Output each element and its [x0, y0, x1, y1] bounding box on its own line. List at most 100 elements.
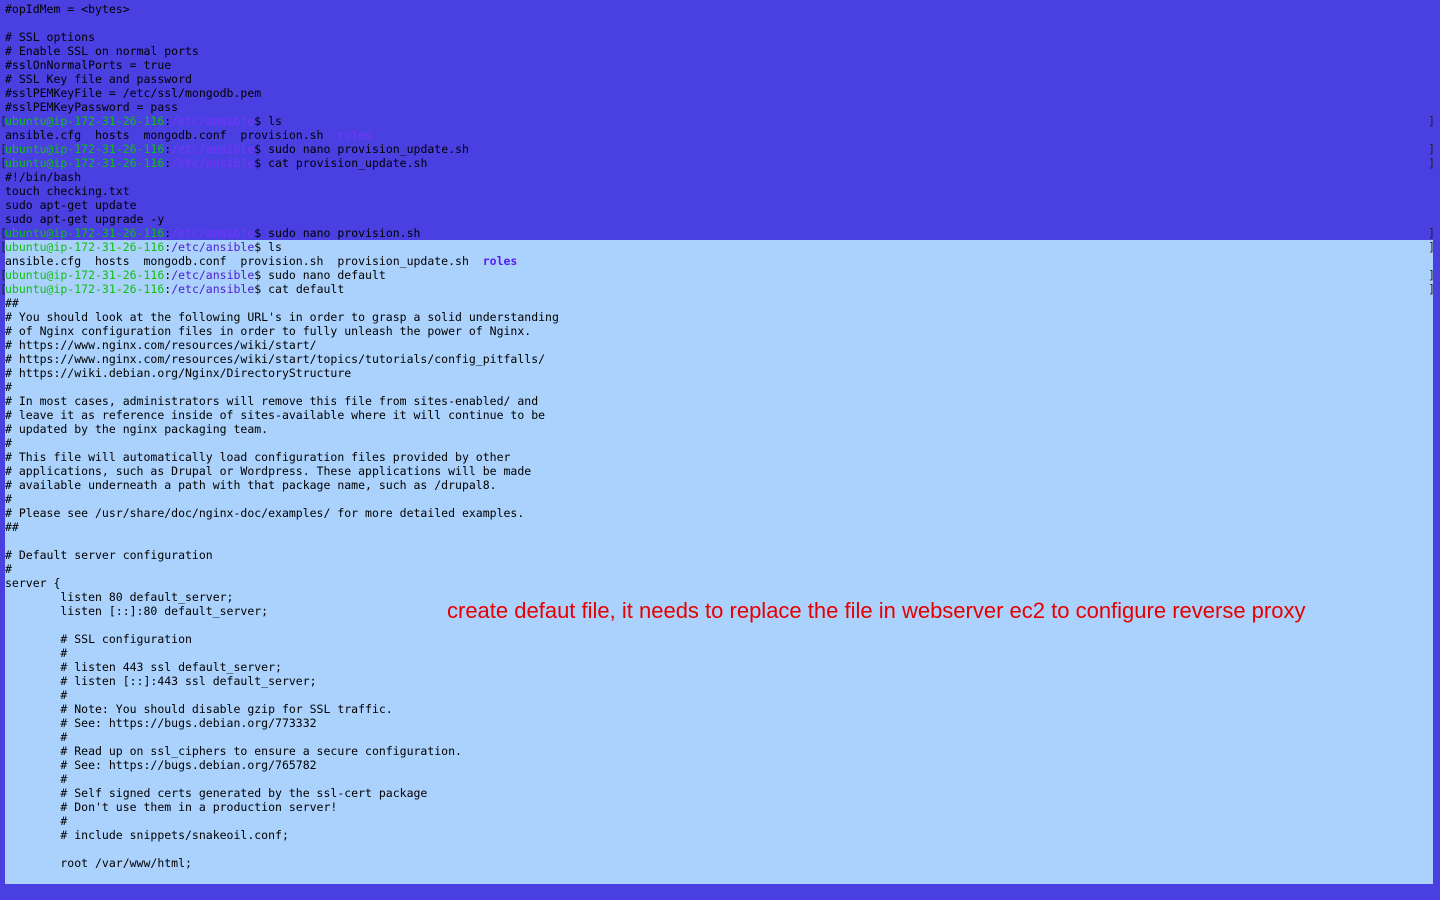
line-marker: [: [0, 240, 7, 254]
output-line: #: [5, 730, 68, 744]
output-line: # Please see /usr/share/doc/nginx-doc/ex…: [5, 506, 525, 520]
ls-output-line: ansible.cfg hosts mongodb.conf provision…: [5, 254, 1435, 268]
ls-directory-roles: roles: [482, 254, 518, 268]
line-marker: ]: [1428, 114, 1435, 128]
ls-directory-roles: roles: [337, 128, 372, 142]
output-line: ##: [5, 520, 19, 534]
output-line: # SSL configuration: [5, 632, 192, 646]
output-line: # updated by the nginx packaging team.: [5, 422, 269, 436]
output-line: server {: [5, 576, 61, 590]
prompt-line: [ubuntu@ip-172-31-26-116:/etc/ansible$ s…: [0, 268, 1435, 282]
line-marker: ]: [1428, 282, 1435, 296]
prompt-line: [ubuntu@ip-172-31-26-116:/etc/ansible$ s…: [0, 142, 1435, 156]
output-line: # https://www.nginx.com/resources/wiki/s…: [5, 338, 317, 352]
output-line: # listen 443 ssl default_server;: [5, 660, 282, 674]
prompt-line: [ubuntu@ip-172-31-26-116:/etc/ansible$ s…: [0, 226, 1435, 240]
prompt-path: /etc/ansible: [171, 114, 255, 128]
output-line: # Read up on ssl_ciphers to ensure a sec…: [5, 744, 462, 758]
output-line: #sslPEMKeyFile = /etc/ssl/mongodb.pem: [5, 86, 262, 100]
ls-files: ansible.cfg hosts mongodb.conf provision…: [5, 254, 483, 268]
output-line: ##: [5, 296, 19, 310]
output-line: # SSL options: [5, 30, 96, 44]
output-line: touch checking.txt: [5, 184, 130, 198]
output-line: #opIdMem = <bytes>: [5, 2, 130, 16]
prompt-command: $ cat provision_update.sh: [254, 156, 428, 170]
ls-files: ansible.cfg hosts mongodb.conf provision…: [5, 128, 338, 142]
output-line: #sslPEMKeyPassword = pass: [5, 100, 179, 114]
line-marker: [: [0, 142, 7, 156]
output-line: #: [5, 646, 68, 660]
output-line: root /var/www/html;: [5, 856, 192, 870]
output-line: # Don't use them in a production server!: [5, 800, 338, 814]
prompt-command: $ sudo nano provision.sh: [254, 226, 421, 240]
output-line: # See: https://bugs.debian.org/765782: [5, 758, 317, 772]
prompt-command: $ cat default: [254, 282, 345, 296]
output-line: #!/bin/bash: [5, 170, 82, 184]
prompt-user-host: ubuntu@ip-172-31-26-116: [5, 282, 165, 296]
prompt-command: $ sudo nano default: [254, 268, 386, 282]
output-line: # Default server configuration: [5, 548, 213, 562]
output-line: # Self signed certs generated by the ssl…: [5, 786, 428, 800]
prompt-path: /etc/ansible: [171, 226, 255, 240]
prompt-line: [ubuntu@ip-172-31-26-116:/etc/ansible$ l…: [0, 240, 1435, 254]
prompt-user-host: ubuntu@ip-172-31-26-116: [5, 114, 165, 128]
output-line: # applications, such as Drupal or Wordpr…: [5, 464, 532, 478]
output-line: #: [5, 380, 12, 394]
line-marker: [: [0, 114, 7, 128]
prompt-path: /etc/ansible: [171, 268, 255, 282]
prompt-line: [ubuntu@ip-172-31-26-116:/etc/ansible$ c…: [0, 282, 1435, 296]
output-line: sudo apt-get update: [5, 198, 137, 212]
prompt-user-host: ubuntu@ip-172-31-26-116: [5, 142, 165, 156]
output-line: #: [5, 436, 12, 450]
output-line: # You should look at the following URL's…: [5, 310, 559, 324]
output-line: sudo apt-get upgrade -y: [5, 212, 165, 226]
terminal-output: #opIdMem = <bytes> # SSL options # Enable …: [0, 2, 1435, 870]
annotation-text: create defaut file, it needs to replace …: [447, 598, 1306, 623]
prompt-line: [ubuntu@ip-172-31-26-116:/etc/ansible$ l…: [0, 114, 1435, 128]
prompt-line: [ubuntu@ip-172-31-26-116:/etc/ansible$ c…: [0, 156, 1435, 170]
terminal-window[interactable]: #opIdMem = <bytes> # SSL options # Enable …: [0, 0, 1440, 900]
line-marker: ]: [1428, 226, 1435, 240]
prompt-path: /etc/ansible: [171, 142, 255, 156]
output-line: # of Nginx configuration files in order …: [5, 324, 532, 338]
prompt-command: $ ls: [254, 240, 282, 254]
output-line: #sslOnNormalPorts = true: [5, 58, 172, 72]
output-line: #: [5, 814, 68, 828]
output-line: # https://wiki.debian.org/Nginx/Director…: [5, 366, 352, 380]
ls-output-line: ansible.cfg hosts mongodb.conf provision…: [5, 128, 1435, 142]
output-line: # include snippets/snakeoil.conf;: [5, 828, 289, 842]
prompt-user-host: ubuntu@ip-172-31-26-116: [5, 268, 165, 282]
output-line: # listen [::]:443 ssl default_server;: [5, 674, 317, 688]
output-line: #: [5, 688, 68, 702]
prompt-user-host: ubuntu@ip-172-31-26-116: [5, 240, 165, 254]
prompt-path: /etc/ansible: [171, 240, 255, 254]
output-line: #: [5, 492, 12, 506]
output-line: # https://www.nginx.com/resources/wiki/s…: [5, 352, 546, 366]
line-marker: [: [0, 156, 7, 170]
prompt-path: /etc/ansible: [171, 156, 255, 170]
output-line: # Enable SSL on normal ports: [5, 44, 199, 58]
output-line: # This file will automatically load conf…: [5, 450, 511, 464]
output-line: # leave it as reference inside of sites-…: [5, 408, 546, 422]
output-line: # available underneath a path with that …: [5, 478, 497, 492]
output-line: #: [5, 562, 12, 576]
line-marker: [: [0, 226, 7, 240]
output-line: # See: https://bugs.debian.org/773332: [5, 716, 317, 730]
output-line: #: [5, 772, 68, 786]
prompt-user-host: ubuntu@ip-172-31-26-116: [5, 156, 165, 170]
output-line: # In most cases, administrators will rem…: [5, 394, 539, 408]
line-marker: ]: [1428, 268, 1435, 282]
line-marker: [: [0, 282, 7, 296]
output-line: # SSL Key file and password: [5, 72, 192, 86]
line-marker: ]: [1428, 142, 1435, 156]
output-line: # Note: You should disable gzip for SSL …: [5, 702, 393, 716]
prompt-path: /etc/ansible: [171, 282, 255, 296]
line-marker: ]: [1428, 156, 1435, 170]
line-marker: [: [0, 268, 7, 282]
prompt-user-host: ubuntu@ip-172-31-26-116: [5, 226, 165, 240]
prompt-command: $ ls: [254, 114, 282, 128]
prompt-command: $ sudo nano provision_update.sh: [254, 142, 469, 156]
